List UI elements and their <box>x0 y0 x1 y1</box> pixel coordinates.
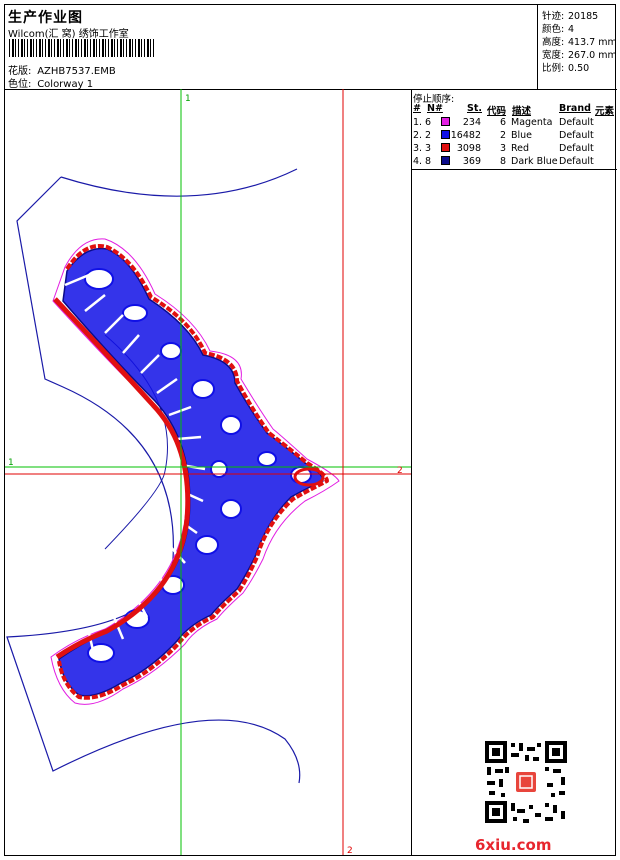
guide-label-v-green: 1 <box>185 94 191 104</box>
color-code: 2 <box>500 130 507 141</box>
color-swatch <box>441 143 450 152</box>
barcode <box>9 39 155 57</box>
col-header-code: 代码 <box>487 106 507 117</box>
color-code: 8 <box>500 156 507 167</box>
guide-label-v-red: 2 <box>347 846 353 855</box>
stop-row: 2. 2 16482 2 Blue Default <box>411 130 617 143</box>
stop-row: 1. 6 234 6 Magenta Default <box>411 117 617 130</box>
company-name: Wilcom(汇 窝) 绣饰工作室 <box>8 29 129 40</box>
neck-top-curve <box>60 168 298 197</box>
stop-row: 4. 8 369 8 Dark Blue Default <box>411 156 617 169</box>
col-header-element: 元素 <box>595 106 615 117</box>
color-swatch <box>441 156 450 165</box>
stitch-count: 234 <box>462 117 481 128</box>
color-description: Blue <box>511 130 533 141</box>
guide-label-h-red: 2 <box>397 466 403 476</box>
width-label: 宽度: <box>542 50 565 61</box>
scale-row: 比例: 0.50 <box>542 60 589 74</box>
stitches-row: 针迹: 20185 <box>542 8 598 22</box>
color-description: Magenta <box>511 117 553 128</box>
col-header-stitches: St. <box>467 103 482 114</box>
color-code: 3 <box>500 143 507 154</box>
colors-label: 颜色: <box>542 24 565 35</box>
stitch-count: 16482 <box>450 130 481 141</box>
col-header-brand: Brand <box>559 103 591 114</box>
thread-brand: Default <box>559 130 594 141</box>
scale-value: 0.50 <box>568 63 590 74</box>
colors-row: 颜色: 4 <box>542 21 574 35</box>
stop-index: 2. <box>413 130 423 141</box>
color-swatch <box>441 117 450 126</box>
watermark-text: 6xiu.com <box>475 836 552 854</box>
guide-label-h-green: 1 <box>8 458 14 468</box>
needle-number: 3 <box>425 143 432 154</box>
needle-number: 2 <box>425 130 432 141</box>
stats-box: 针迹: 20185 颜色: 4 高度: 413.7 mm 宽度: 267.0 mm 比例… <box>537 5 618 89</box>
qr-code-icon <box>483 739 569 825</box>
embroidery-preview: 1 1 2 2 <box>5 89 411 855</box>
stitch-count: 3098 <box>456 143 481 154</box>
color-code: 6 <box>500 117 507 128</box>
height-label: 高度: <box>542 37 565 48</box>
stitch-count: 369 <box>462 156 481 167</box>
colorway-label: 色位: <box>8 79 32 90</box>
color-swatch <box>441 130 450 139</box>
stop-index: 3. <box>413 143 423 154</box>
stop-index: 1. <box>413 117 423 128</box>
needle-number: 8 <box>425 156 432 167</box>
design-canvas[interactable]: 1 1 2 2 <box>5 89 412 855</box>
color-description: Red <box>511 143 530 154</box>
width-row: 宽度: 267.0 mm <box>542 47 617 61</box>
col-header-desc: 描述 <box>512 106 532 117</box>
info-panel: 停止顺序: # N# St. 代码 描述 Brand 元素 1. 6 234 6 Mag… <box>411 89 617 855</box>
thread-brand: Default <box>559 117 594 128</box>
scale-label: 比例: <box>542 63 565 74</box>
stop-index: 4. <box>413 156 423 167</box>
stitches-label: 针迹: <box>542 11 565 22</box>
production-sheet: 生产作业图 Wilcom(汇 窝) 绣饰工作室 花版: AZHB7537.EMB… <box>4 4 617 856</box>
header-left: 生产作业图 Wilcom(汇 窝) 绣饰工作室 花版: AZHB7537.EMB… <box>5 5 537 90</box>
page-title: 生产作业图 <box>8 10 83 26</box>
stop-sequence-table: 停止顺序: # N# St. 代码 描述 Brand 元素 1. 6 234 6 Mag… <box>411 89 617 170</box>
col-header-index: # <box>413 103 421 114</box>
height-row: 高度: 413.7 mm <box>542 34 617 48</box>
colorway-row: 色位: Colorway 1 <box>8 75 93 90</box>
col-header-needle: N# <box>427 103 443 114</box>
thread-brand: Default <box>559 143 594 154</box>
stop-row: 3. 3 3098 3 Red Default <box>411 143 617 156</box>
sheet-header: 生产作业图 Wilcom(汇 窝) 绣饰工作室 花版: AZHB7537.EMB… <box>5 5 617 90</box>
needle-number: 6 <box>425 117 432 128</box>
color-description: Dark Blue <box>511 156 558 167</box>
thread-brand: Default <box>559 156 594 167</box>
